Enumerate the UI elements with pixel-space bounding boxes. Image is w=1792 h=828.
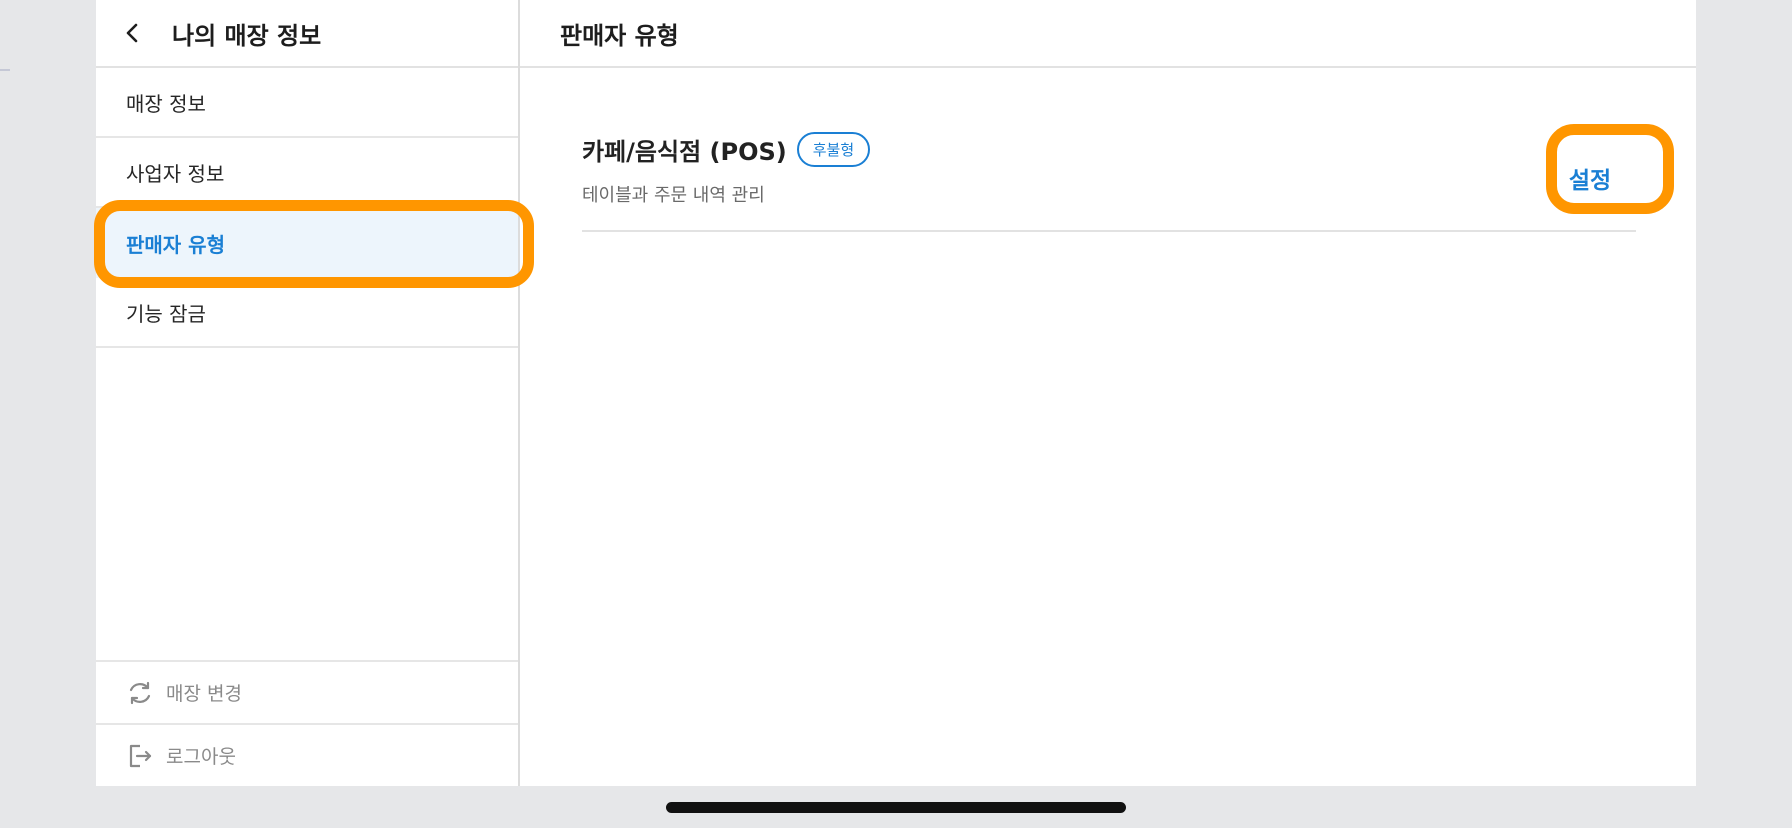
left-pane-title: 나의 매장 정보 <box>172 21 322 50</box>
refresh-icon <box>129 681 151 704</box>
menu-item-label: 기능 잠금 <box>126 301 206 326</box>
card-subtitle: 테이블과 주문 내역 관리 <box>582 185 765 206</box>
menu-item-store-info[interactable]: 매장 정보 <box>96 68 518 138</box>
menu-item-feature-lock[interactable]: 기능 잠금 <box>96 278 518 348</box>
settings-button[interactable]: 설정 <box>1544 150 1636 206</box>
edge-mark <box>0 69 10 71</box>
menu-item-business-info[interactable]: 사업자 정보 <box>96 138 518 208</box>
logout-label: 로그아웃 <box>166 746 236 768</box>
right-pane-title: 판매자 유형 <box>520 0 1696 68</box>
logout-icon <box>129 744 152 767</box>
right-pane: 판매자 유형 카페/음식점 (POS) 후불형 테이블과 주문 내역 관리 설정 <box>520 0 1696 786</box>
left-pane: 나의 매장 정보 매장 정보 사업자 정보 판매자 유형 기능 잠금 매장 변경 <box>96 0 520 786</box>
menu-item-label: 판매자 유형 <box>126 232 225 257</box>
change-store-label: 매장 변경 <box>166 683 242 705</box>
home-indicator[interactable] <box>666 802 1126 813</box>
card-title: 카페/음식점 (POS) <box>582 138 787 166</box>
left-bottom-actions: 매장 변경 로그아웃 <box>96 660 518 786</box>
logout-button[interactable]: 로그아웃 <box>96 723 518 786</box>
status-badge: 후불형 <box>796 132 871 167</box>
app-window: 나의 매장 정보 매장 정보 사업자 정보 판매자 유형 기능 잠금 매장 변경 <box>96 0 1696 786</box>
left-header: 나의 매장 정보 <box>96 0 518 68</box>
chevron-left-icon[interactable] <box>96 0 156 66</box>
menu-item-seller-type[interactable]: 판매자 유형 <box>96 208 518 278</box>
menu-item-label: 사업자 정보 <box>126 161 225 186</box>
seller-type-card: 카페/음식점 (POS) 후불형 테이블과 주문 내역 관리 설정 <box>582 106 1636 232</box>
menu-item-label: 매장 정보 <box>126 91 206 116</box>
change-store-button[interactable]: 매장 변경 <box>96 660 518 723</box>
card-title-row: 카페/음식점 (POS) 후불형 <box>582 132 1636 167</box>
